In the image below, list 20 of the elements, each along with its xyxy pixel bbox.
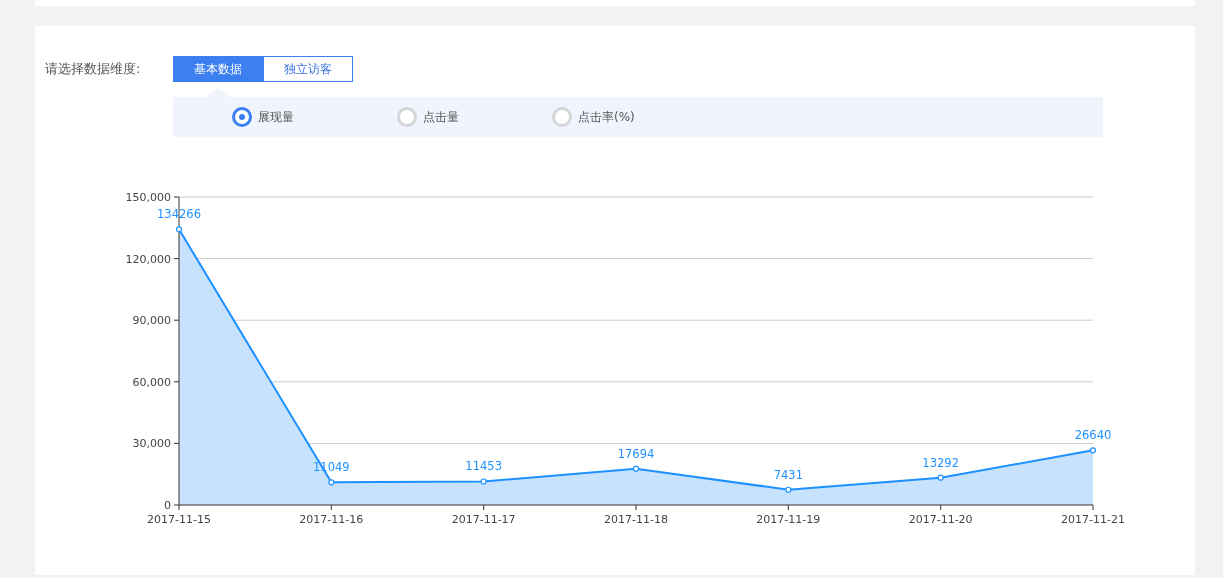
data-label: 26640	[1074, 428, 1112, 443]
y-tick-label: 120,000	[125, 252, 171, 266]
data-label: 134266	[157, 207, 201, 222]
y-tick-label: 150,000	[125, 191, 171, 204]
x-tick-label: 2017-11-16	[299, 513, 364, 526]
dimension-label: 请选择数据维度:	[45, 60, 142, 78]
y-tick-label: 30,000	[132, 437, 171, 451]
data-label: 7431	[773, 467, 803, 482]
x-tick-label: 2017-11-19	[756, 513, 821, 526]
x-tick-label: 2017-11-18	[604, 513, 668, 526]
data-label: 11453	[465, 459, 502, 474]
x-tick-label: 2017-11-17	[451, 513, 516, 526]
y-tick-label: 0	[164, 499, 171, 512]
data-label: 13292	[922, 455, 959, 470]
data-label: 17694	[617, 446, 655, 461]
y-tick-label: 60,000	[132, 375, 171, 389]
x-tick-label: 2017-11-15	[147, 513, 211, 526]
y-tick-label: 90,000	[132, 314, 171, 328]
x-tick-label: 2017-11-21	[1061, 513, 1125, 526]
x-tick-label: 2017-11-20	[908, 513, 973, 526]
